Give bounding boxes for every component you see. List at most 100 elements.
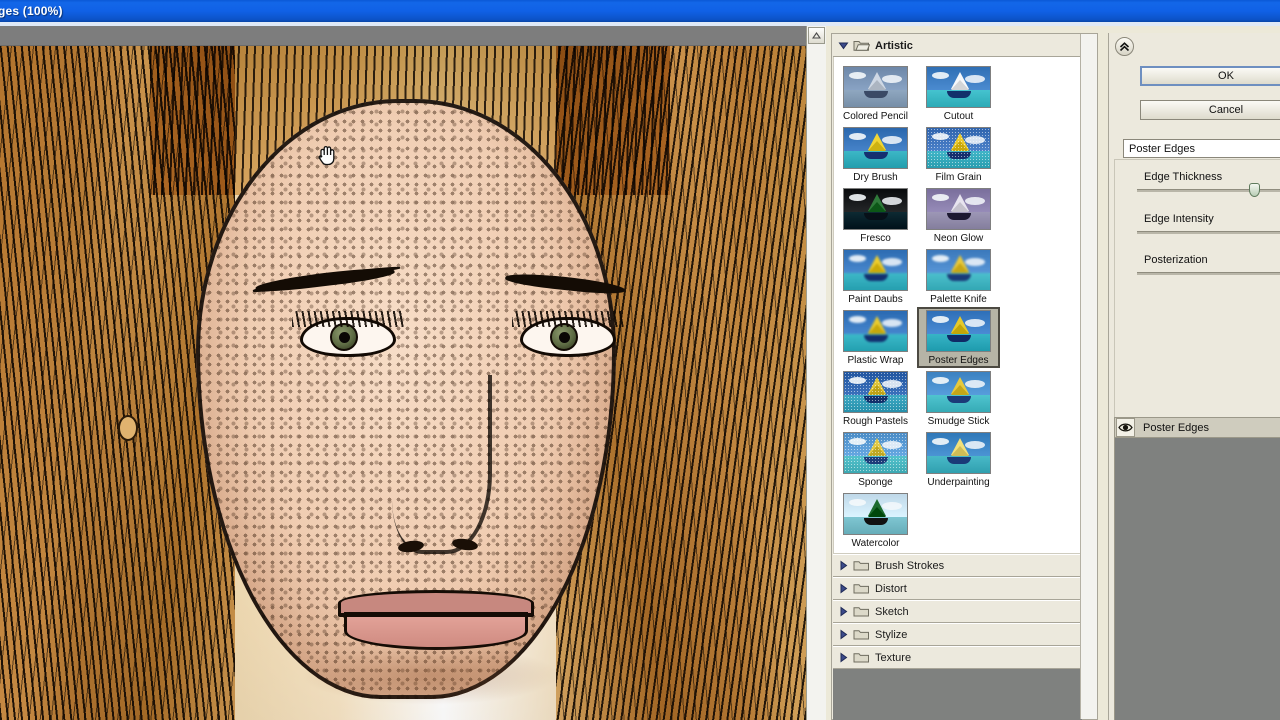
- folder-icon: [853, 651, 870, 664]
- nose: [392, 375, 492, 554]
- category-header-artistic[interactable]: Artistic: [833, 35, 1082, 57]
- category-header-distort[interactable]: Distort: [833, 577, 1082, 600]
- slider-track[interactable]: [1137, 272, 1280, 275]
- filter-thumb-label: Cutout: [943, 111, 974, 122]
- triangle-right-icon[interactable]: [837, 582, 850, 595]
- triangle-down-icon[interactable]: [837, 39, 850, 52]
- filter-thumbnail-image: [843, 127, 908, 169]
- triangle-right-icon[interactable]: [837, 559, 850, 572]
- filter-thumb-watercolor[interactable]: Watercolor: [834, 490, 917, 551]
- category-header-stylize[interactable]: Stylize: [833, 623, 1082, 646]
- open-folder-icon: [853, 39, 871, 52]
- effect-layer-name: Poster Edges: [1143, 421, 1210, 434]
- filter-thumb-plastic-wrap[interactable]: Plastic Wrap: [834, 307, 917, 368]
- category-label: Sketch: [875, 605, 909, 618]
- filter-thumb-label: Underpainting: [927, 477, 990, 488]
- folder-icon: [853, 559, 870, 572]
- filter-thumb-label: Watercolor: [851, 538, 900, 549]
- category-label: Brush Strokes: [875, 559, 945, 572]
- slider-label: Posterization: [1144, 254, 1208, 266]
- filter-thumbnail-image: [926, 188, 991, 230]
- filter-thumb-cutout[interactable]: Cutout: [917, 63, 1000, 124]
- filter-thumb-label: Smudge Stick: [927, 416, 990, 427]
- filter-thumb-film-grain[interactable]: Film Grain: [917, 124, 1000, 185]
- category-header-texture[interactable]: Texture: [833, 646, 1082, 669]
- slider-track[interactable]: [1137, 231, 1280, 234]
- eye-icon[interactable]: [1116, 418, 1135, 437]
- preview-vertical-scrollbar[interactable]: [806, 26, 826, 720]
- window-title: ges (100%): [0, 4, 63, 18]
- collapsed-category-list: Brush Strokes Distort Sketch Stylize Tex…: [833, 554, 1082, 669]
- filter-thumb-label: Film Grain: [935, 172, 982, 183]
- gallery-scrollbar[interactable]: [1080, 34, 1097, 719]
- window-title-bar: ges (100%): [0, 0, 1280, 22]
- filter-thumb-underpainting[interactable]: Underpainting: [917, 429, 1000, 490]
- filter-thumbnail-image: [843, 432, 908, 474]
- preview-top-band: [0, 26, 806, 46]
- slider-track[interactable]: [1137, 183, 1280, 197]
- slider-label: Edge Intensity: [1144, 213, 1214, 225]
- filter-thumbnail-image: [926, 66, 991, 108]
- filter-thumb-dry-brush[interactable]: Dry Brush: [834, 124, 917, 185]
- filter-thumb-fresco[interactable]: Fresco: [834, 185, 917, 246]
- filter-thumbnail-image: [926, 432, 991, 474]
- filter-thumbnail-image: [926, 371, 991, 413]
- filter-thumb-label: Colored Pencil: [842, 111, 909, 122]
- artistic-filter-grid: Colored Pencil Cutout Dry Brush Film Gra…: [833, 57, 1082, 554]
- filter-thumbnail-image: [926, 249, 991, 291]
- filter-thumbnail-image: [843, 371, 908, 413]
- filter-thumb-label: Sponge: [858, 477, 893, 488]
- slider-edge-thickness[interactable]: Edge Thickness: [1109, 171, 1280, 197]
- filter-thumb-palette-knife[interactable]: Palette Knife: [917, 246, 1000, 307]
- lips: [338, 590, 534, 652]
- eye-right: [512, 311, 624, 357]
- settings-group: [1114, 159, 1280, 431]
- filter-thumbnail-image: [843, 493, 908, 535]
- filter-thumb-neon-glow[interactable]: Neon Glow: [917, 185, 1000, 246]
- filter-thumb-rough-pastels[interactable]: Rough Pastels: [834, 368, 917, 429]
- ok-button[interactable]: OK: [1140, 66, 1280, 86]
- filter-thumb-label: Neon Glow: [933, 233, 984, 244]
- filter-thumb-label: Poster Edges: [928, 355, 989, 366]
- filter-thumbnail-image: [926, 127, 991, 169]
- chin-shading: [300, 645, 560, 705]
- slider-edge-intensity[interactable]: Edge Intensity: [1109, 213, 1280, 234]
- double-chevron-up-icon[interactable]: [1115, 37, 1134, 56]
- folder-icon: [853, 605, 870, 618]
- slider-knob[interactable]: [1248, 183, 1260, 197]
- category-label: Texture: [875, 651, 912, 664]
- category-header-sketch[interactable]: Sketch: [833, 600, 1082, 623]
- filter-thumbnail-image: [843, 249, 908, 291]
- filter-gallery-window: ges (100%) Artistic Colored Pencil Cutou…: [0, 0, 1280, 720]
- hand-cursor: [317, 144, 337, 166]
- filter-thumb-label: Paint Daubs: [848, 294, 903, 305]
- folder-icon: [853, 582, 870, 595]
- filter-thumb-label: Plastic Wrap: [847, 355, 904, 366]
- category-header-brush-strokes[interactable]: Brush Strokes: [833, 554, 1082, 577]
- filter-thumb-colored-pencil[interactable]: Colored Pencil: [834, 63, 917, 124]
- filter-thumbnail-image: [926, 310, 991, 352]
- effect-layer-row[interactable]: Poster Edges: [1114, 417, 1280, 438]
- filter-thumb-poster-edges[interactable]: Poster Edges: [917, 307, 1000, 368]
- filter-thumb-label: Palette Knife: [930, 294, 987, 305]
- triangle-right-icon[interactable]: [837, 628, 850, 641]
- triangle-right-icon[interactable]: [837, 651, 850, 664]
- eye-left: [292, 311, 404, 357]
- cancel-button[interactable]: Cancel: [1140, 100, 1280, 120]
- image-preview-pane[interactable]: [0, 26, 807, 720]
- effect-layer-area: [1114, 438, 1280, 720]
- filter-thumb-paint-daubs[interactable]: Paint Daubs: [834, 246, 917, 307]
- slider-label: Edge Thickness: [1144, 171, 1223, 183]
- preview-image[interactable]: [0, 45, 806, 720]
- filter-thumb-smudge-stick[interactable]: Smudge Stick: [917, 368, 1000, 429]
- folder-icon: [853, 628, 870, 641]
- filter-thumbnail-image: [843, 188, 908, 230]
- filter-gallery-panel: Artistic Colored Pencil Cutout Dry Brush…: [831, 33, 1098, 720]
- slider-posterization[interactable]: Posterization: [1109, 254, 1280, 275]
- filter-thumb-sponge[interactable]: Sponge: [834, 429, 917, 490]
- earring: [118, 415, 138, 441]
- filter-thumbnail-image: [843, 310, 908, 352]
- filter-name-field[interactable]: Poster Edges: [1123, 139, 1280, 158]
- scroll-up-button[interactable]: [808, 27, 825, 44]
- triangle-right-icon[interactable]: [837, 605, 850, 618]
